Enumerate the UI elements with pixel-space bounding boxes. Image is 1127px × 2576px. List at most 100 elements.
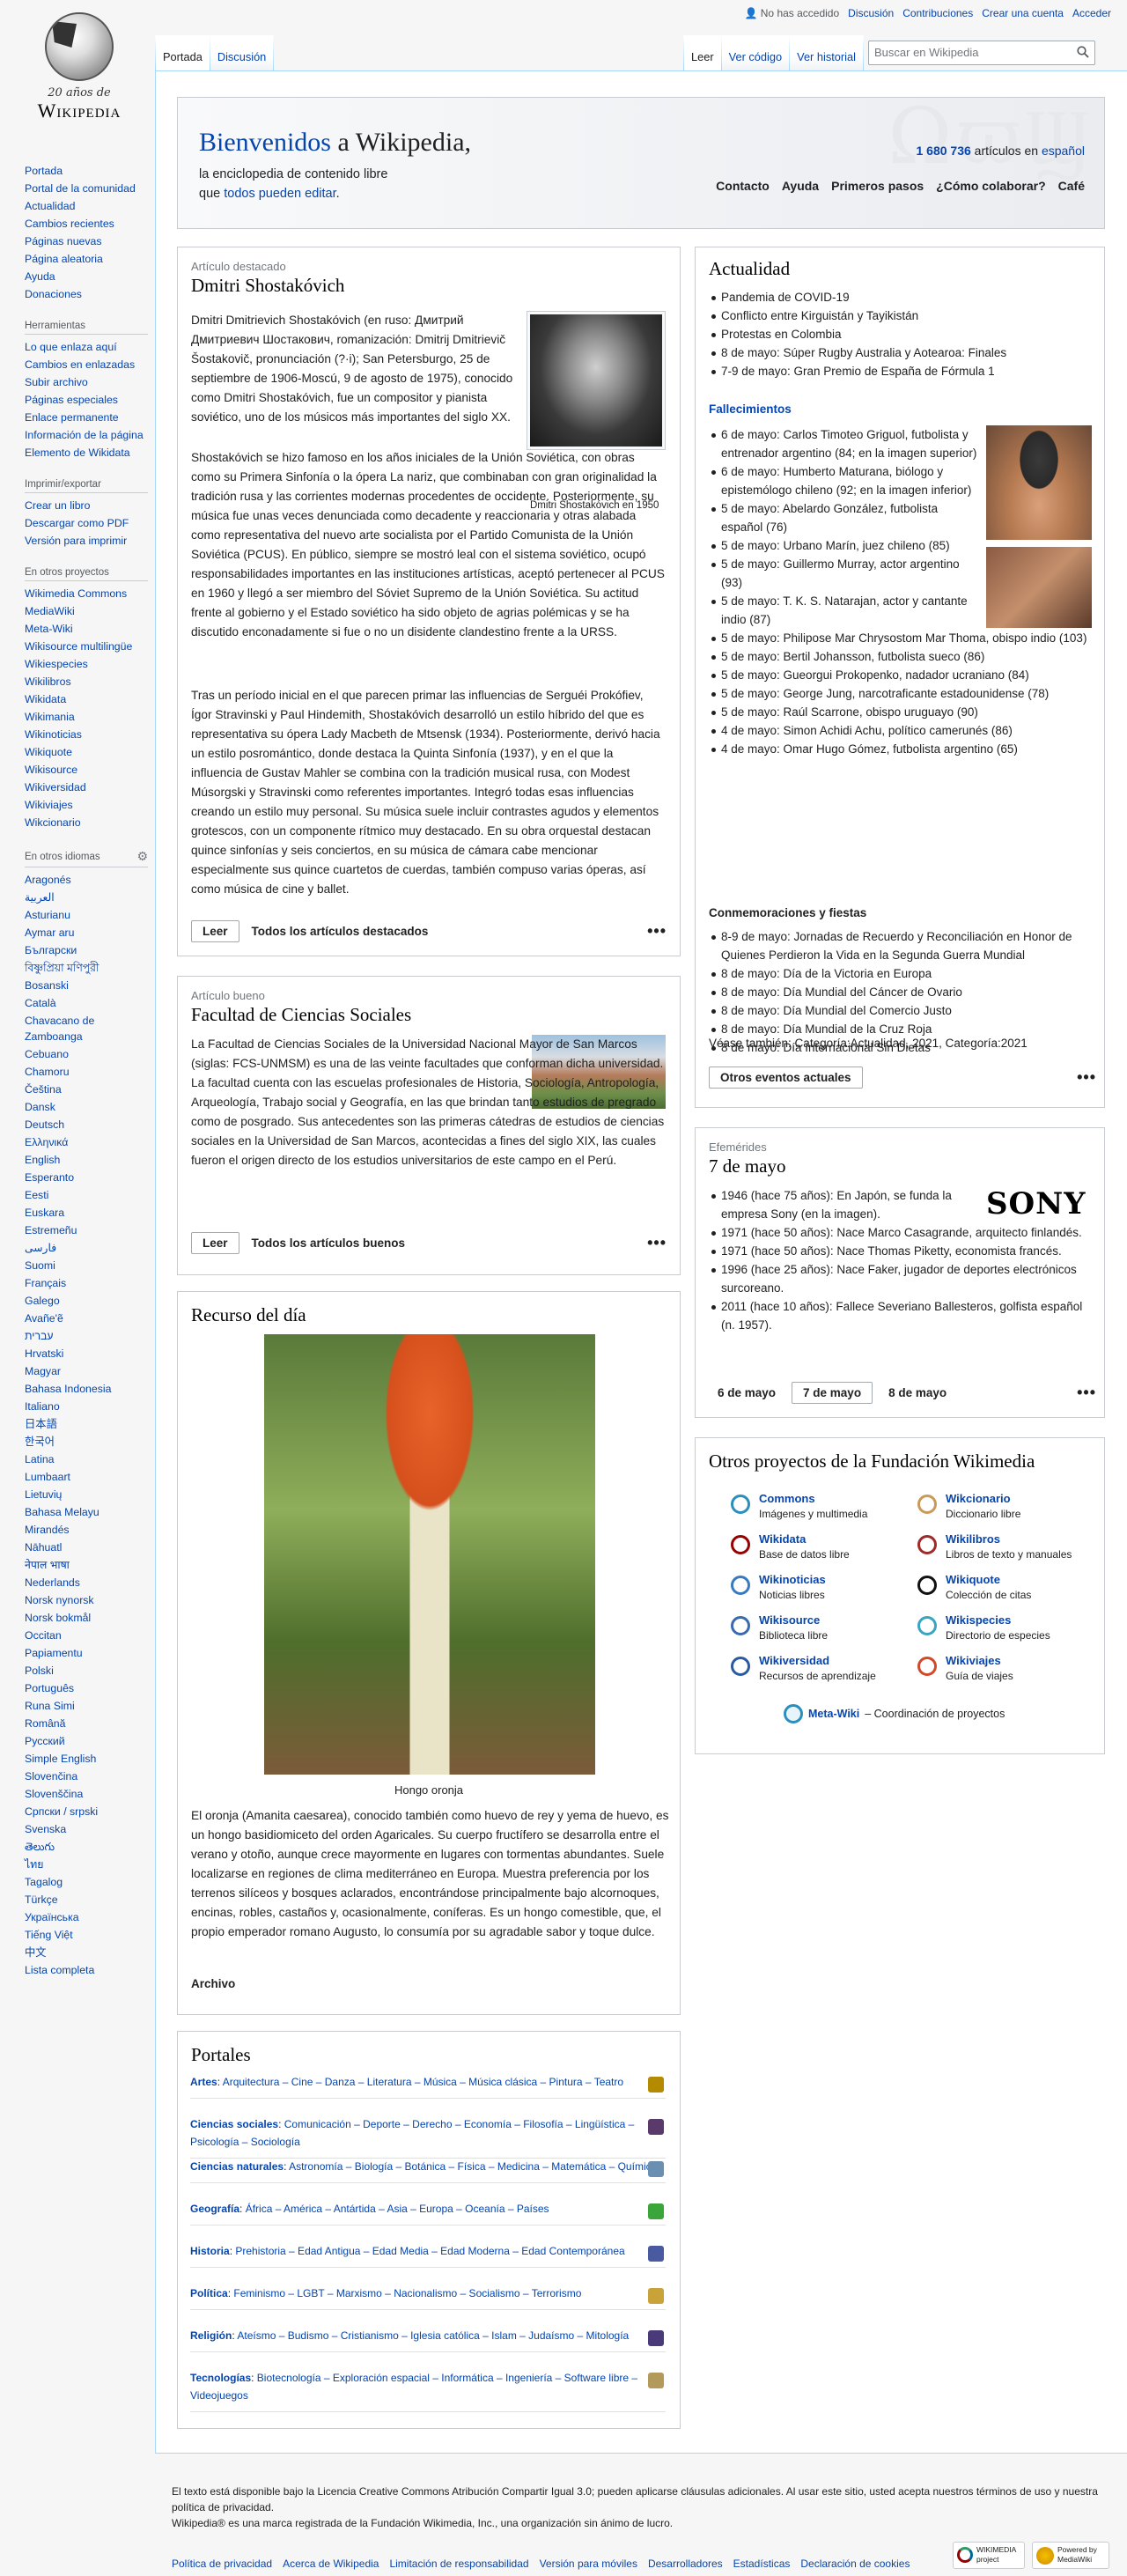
tab-ver-historial[interactable]: Ver historial (790, 35, 863, 70)
sidebar-language-link[interactable]: العربية (25, 891, 55, 904)
sidebar-tools-link[interactable]: Subir archivo (25, 376, 88, 388)
wm-project[interactable]: Wikiviajes Guía de viajes (917, 1653, 1094, 1683)
wm-project-name[interactable]: Wikisource (759, 1613, 907, 1628)
contributions-link[interactable]: Contribuciones (902, 7, 973, 19)
sidebar-language-link[interactable]: Ελληνικά (25, 1136, 68, 1148)
cafe-link[interactable]: Café (1058, 179, 1085, 193)
featured-title[interactable]: Dmitri Shostakóvich (191, 275, 671, 297)
sidebar-language-link[interactable]: Català (25, 997, 56, 1009)
portal-items[interactable]: África – América – Antártida – Asia – Eu… (246, 2203, 549, 2215)
sidebar-language-link[interactable]: Avañe'ẽ (25, 1312, 63, 1325)
sidebar-language-link[interactable]: Estremeñu (25, 1224, 77, 1236)
deaths-link[interactable]: Fallecimientos (709, 402, 792, 416)
portal-name[interactable]: Tecnologías (190, 2372, 251, 2384)
sidebar-print-link[interactable]: Crear un libro (25, 499, 91, 512)
wm-project[interactable]: Wikidata Base de datos libre (731, 1532, 907, 1561)
login-link[interactable]: Acceder (1072, 7, 1111, 19)
sidebar-language-link[interactable]: Euskara (25, 1207, 64, 1219)
sidebar-language-link[interactable]: తెలుగు (25, 1841, 55, 1853)
sidebar-language-link[interactable]: Aragonés (25, 874, 71, 886)
sidebar-main-link[interactable]: Ayuda (25, 270, 55, 283)
talk-link[interactable]: Discusión (848, 7, 894, 19)
sidebar-main-link[interactable]: Página aleatoria (25, 253, 103, 265)
tab-discusion[interactable]: Discusión (210, 35, 274, 70)
sidebar-project-link[interactable]: Wikisource (25, 764, 77, 776)
sidebar-tools-link[interactable]: Cambios en enlazadas (25, 358, 135, 371)
sidebar-language-link[interactable]: Русский (25, 1735, 65, 1747)
sidebar-language-link[interactable]: Aymar aru (25, 926, 75, 939)
sidebar-language-link[interactable]: Српски / srpski (25, 1805, 98, 1818)
more-events-button[interactable]: Otros eventos actuales (709, 1067, 863, 1089)
featured-read-button[interactable]: Leer (191, 920, 239, 942)
sidebar-main-link[interactable]: Páginas nuevas (25, 235, 102, 247)
sidebar-language-link[interactable]: Tiếng Việt (25, 1929, 73, 1941)
good-read-button[interactable]: Leer (191, 1232, 239, 1254)
sidebar-language-link[interactable]: Tagalog (25, 1876, 63, 1888)
sidebar-tools-link[interactable]: Lo que enlaza aquí (25, 341, 117, 353)
wm-project-name[interactable]: Wikidata (759, 1532, 907, 1547)
contact-link[interactable]: Contacto (716, 179, 770, 193)
sidebar-language-link[interactable]: Türkçe (25, 1893, 58, 1906)
sidebar-language-link[interactable]: Eesti (25, 1189, 48, 1201)
sidebar-language-link[interactable]: Papiamentu (25, 1647, 83, 1659)
wm-project-name[interactable]: Commons (759, 1491, 907, 1507)
sidebar-language-link[interactable]: Suomi (25, 1259, 55, 1272)
all-good-link[interactable]: Todos los artículos buenos (252, 1236, 406, 1250)
footer-link[interactable]: Versión para móviles (540, 2556, 637, 2572)
good-title[interactable]: Facultad de Ciencias Sociales (191, 1004, 411, 1026)
sidebar-language-link[interactable]: Українська (25, 1911, 79, 1923)
sidebar-language-link[interactable]: Slovenčina (25, 1770, 77, 1783)
mushroom-image[interactable] (264, 1334, 595, 1775)
sidebar-language-link[interactable]: Galego (25, 1295, 60, 1307)
meta-wiki-link[interactable]: Meta-Wiki (808, 1708, 859, 1720)
sidebar-language-link[interactable]: Chamoru (25, 1066, 70, 1078)
sidebar-tools-link[interactable]: Páginas especiales (25, 394, 118, 406)
more-options-icon[interactable]: ••• (1077, 1384, 1096, 1402)
sidebar-language-link[interactable]: Deutsch (25, 1118, 64, 1131)
sidebar-language-link[interactable]: Cebuano (25, 1048, 69, 1060)
shostakovich-portrait[interactable] (530, 314, 662, 447)
sidebar-print-link[interactable]: Versión para imprimir (25, 535, 127, 547)
current-day-button[interactable]: 7 de mayo (792, 1382, 873, 1404)
wm-project-name[interactable]: Wikcionario (946, 1491, 1094, 1507)
wm-project-name[interactable]: Wikiversidad (759, 1653, 907, 1669)
sidebar-project-link[interactable]: Wikidata (25, 693, 66, 705)
sidebar-project-link[interactable]: Wikiquote (25, 746, 72, 758)
sidebar-language-link[interactable]: Lumbaart (25, 1471, 70, 1483)
portal-items[interactable]: Prehistoria – Edad Antigua – Edad Media … (235, 2245, 624, 2257)
sidebar-language-link[interactable]: Hrvatski (25, 1347, 63, 1360)
sidebar-language-link[interactable]: Bahasa Melayu (25, 1506, 99, 1518)
footer-link[interactable]: Política de privacidad (172, 2556, 272, 2572)
sidebar-language-link[interactable]: Bahasa Indonesia (25, 1383, 111, 1395)
footer-link[interactable]: Limitación de responsabilidad (389, 2556, 528, 2572)
spanish-link[interactable]: español (1042, 144, 1085, 158)
sidebar-language-link[interactable]: فارسی (25, 1242, 56, 1254)
sidebar-language-link[interactable]: Nāhuatl (25, 1541, 62, 1554)
sidebar-project-link[interactable]: Wikimania (25, 711, 75, 723)
wm-project-name[interactable]: Wikiviajes (946, 1653, 1094, 1669)
more-options-icon[interactable]: ••• (647, 922, 667, 941)
sidebar-language-link[interactable]: Polski (25, 1664, 54, 1677)
sidebar-language-link[interactable]: Latina (25, 1453, 55, 1465)
sidebar-language-link[interactable]: עברית (25, 1330, 54, 1342)
how-to-collaborate-link[interactable]: ¿Cómo colaborar? (936, 179, 1045, 193)
portal-name[interactable]: Ciencias naturales (190, 2160, 284, 2173)
sidebar-language-link[interactable]: Български (25, 944, 77, 956)
portal-name[interactable]: Ciencias sociales (190, 2118, 278, 2130)
next-day-button[interactable]: 8 de mayo (880, 1383, 955, 1403)
sidebar-main-link[interactable]: Actualidad (25, 200, 75, 212)
first-steps-link[interactable]: Primeros pasos (831, 179, 924, 193)
portal-name[interactable]: Religión (190, 2329, 232, 2342)
sidebar-project-link[interactable]: Wikiviajes (25, 799, 73, 811)
all-featured-link[interactable]: Todos los artículos destacados (252, 925, 429, 938)
sidebar-language-link[interactable]: Čeština (25, 1083, 62, 1096)
portal-items[interactable]: Arquitectura – Cine – Danza – Literatura… (223, 2076, 623, 2088)
sidebar-language-link[interactable]: 日本語 (25, 1418, 57, 1430)
sidebar-main-link[interactable]: Donaciones (25, 288, 82, 300)
portal-items[interactable]: Ateísmo – Budismo – Cristianismo – Igles… (237, 2329, 629, 2342)
sidebar-language-link[interactable]: Norsk nynorsk (25, 1594, 94, 1606)
sidebar-language-link[interactable]: Svenska (25, 1823, 66, 1835)
sidebar-language-link[interactable]: Français (25, 1277, 66, 1289)
sidebar-language-link[interactable]: Lietuvių (25, 1488, 62, 1501)
sidebar-print-link[interactable]: Descargar como PDF (25, 517, 129, 529)
